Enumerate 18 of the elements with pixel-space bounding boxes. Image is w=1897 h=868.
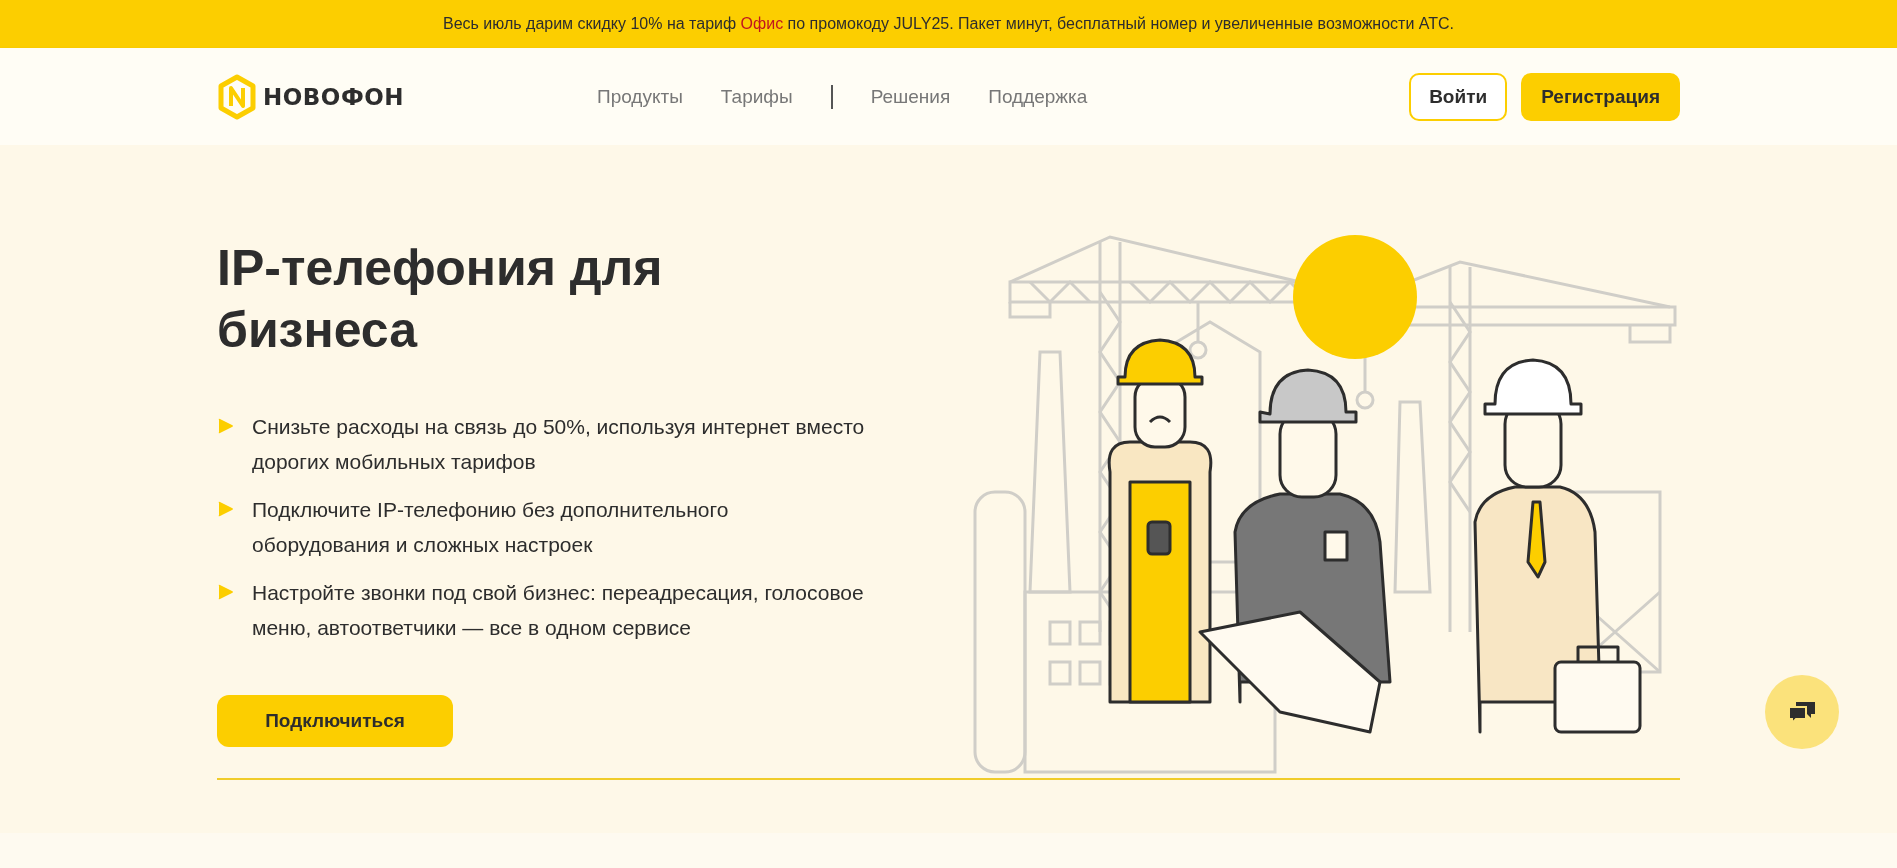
register-button[interactable]: Регистрация <box>1521 72 1680 121</box>
promo-text: Весь июль дарим скидку 10% на тариф Офис по промокоду JULY25. Пакет минут, бесплатный номер и увеличенные возможности АТС. <box>443 15 1454 33</box>
nav-link[interactable]: Продукты <box>597 85 683 108</box>
nav-link[interactable]: Поддержка <box>988 85 1088 108</box>
bullet-text: Подключите IP-телефонию без дополнительного оборудования и сложных настроек <box>252 497 730 558</box>
hero-title: IP-телефония для бизнеса <box>217 239 664 360</box>
bullet-text: Настройте звонки под свой бизнес: переадресация, голосовое меню, автоответчики — все в одном сервисе <box>252 580 865 641</box>
bullet-text: Снизьте расходы на связь до 50%, используя интернет вместо дорогих мобильных тарифов <box>252 414 866 475</box>
bullet-icon <box>217 584 234 600</box>
nav-link[interactable]: Решения <box>870 85 951 108</box>
logo-text: НОВОФОН <box>263 83 404 110</box>
logo-icon <box>217 73 257 120</box>
connect-button[interactable]: Подключиться <box>217 695 453 747</box>
nav-link[interactable]: Тарифы <box>720 85 793 108</box>
login-button[interactable]: Войти <box>1409 72 1508 121</box>
bullet-icon <box>217 418 234 434</box>
bullet-icon <box>217 501 234 517</box>
promo-link[interactable]: Офис <box>740 15 784 32</box>
